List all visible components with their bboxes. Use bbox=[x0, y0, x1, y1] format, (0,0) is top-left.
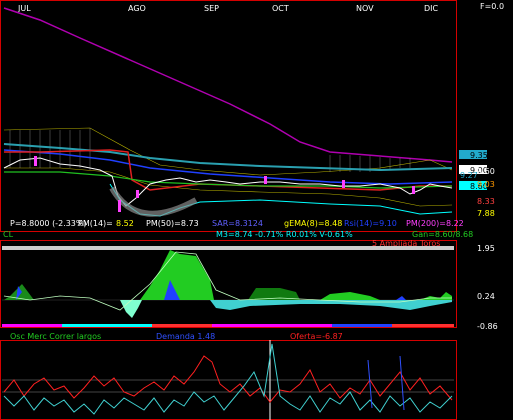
supply-demand-drawing bbox=[2, 340, 454, 420]
demand-line bbox=[3, 343, 453, 415]
chart-window: F=0.0 JUL AGO SEP OCT NOV DIC 9.35 9.00 … bbox=[0, 0, 513, 420]
supply-line bbox=[3, 355, 453, 403]
